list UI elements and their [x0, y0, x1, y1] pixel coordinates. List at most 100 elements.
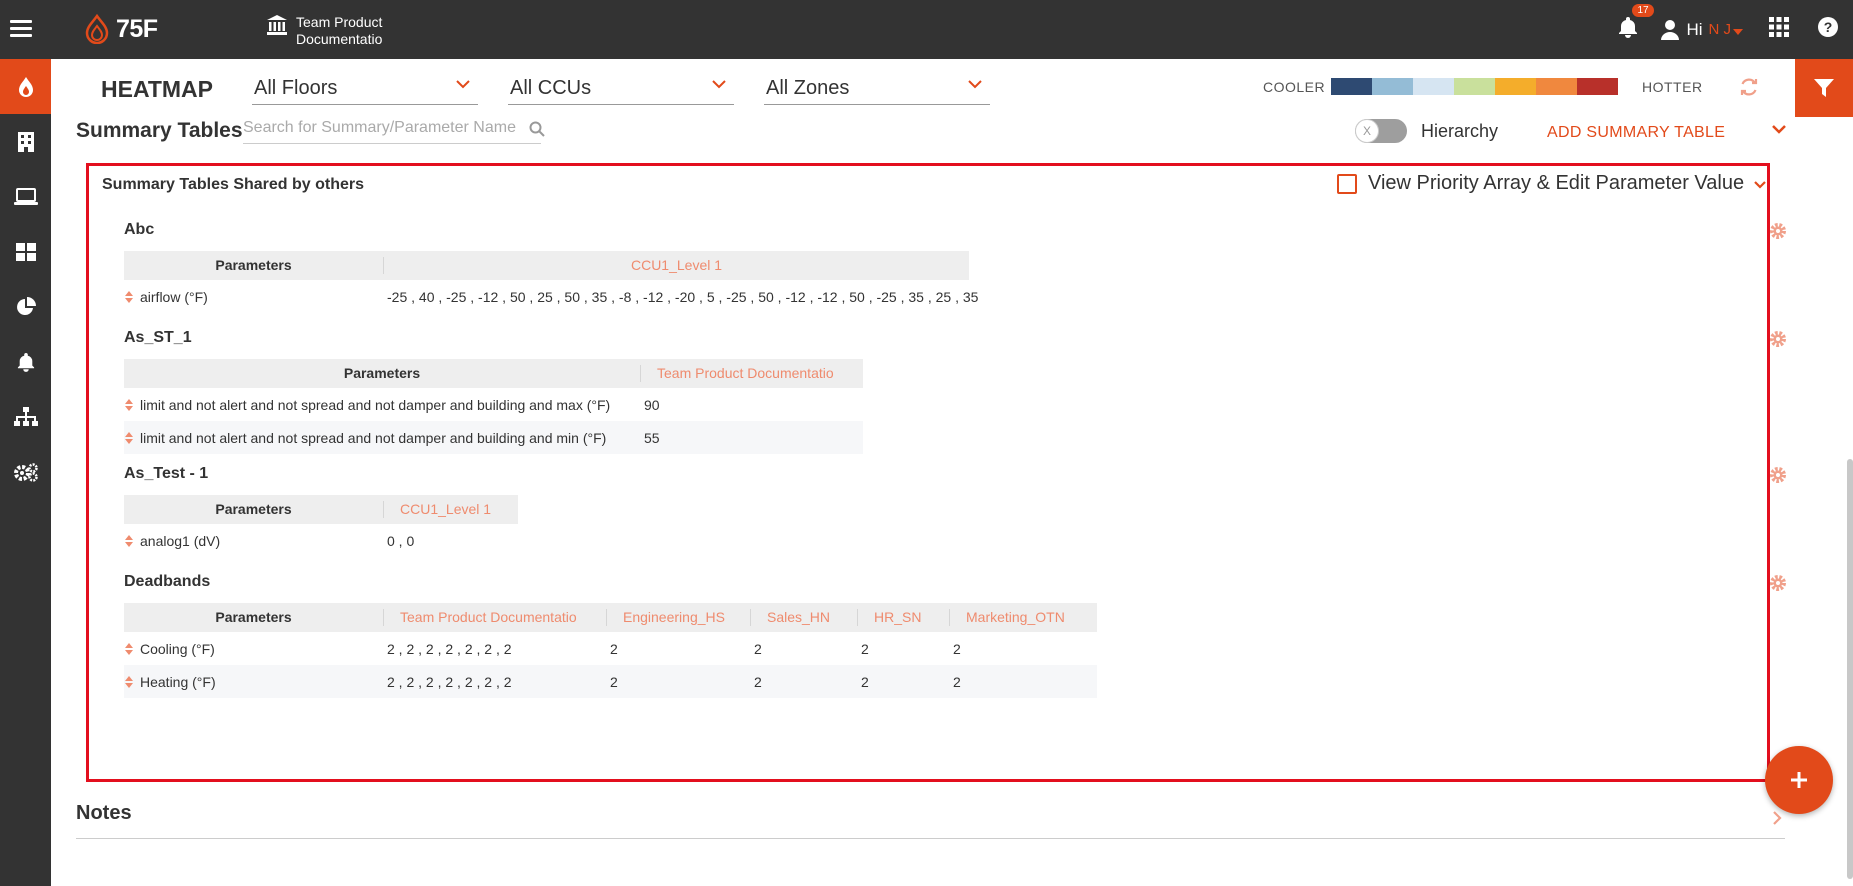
filter-button[interactable] [1795, 59, 1853, 117]
collapse-shared-button[interactable] [1754, 176, 1766, 194]
column-header[interactable]: CCU1_Level 1 [384, 501, 518, 518]
refresh-button[interactable] [1739, 77, 1759, 102]
summary-tables-title: Summary Tables [76, 119, 243, 142]
greeting-text: Hi [1686, 19, 1703, 39]
shared-tables-title: Summary Tables Shared by others [102, 176, 365, 193]
help-button[interactable]: ? [1817, 16, 1839, 43]
column-header[interactable]: Sales_HN [751, 609, 858, 626]
sort-icon[interactable] [125, 642, 133, 655]
column-header[interactable]: Marketing_OTN [950, 609, 1097, 626]
cell-value: 2 [610, 640, 618, 657]
top-bar: 75F Team Product Documentatio 17 Hi N J [0, 0, 1853, 59]
main-content: HEATMAP All Floors All CCUs All Zones CO… [51, 59, 1853, 886]
cell-value: 2 [610, 673, 618, 690]
column-header[interactable]: Team Product Documentatio [384, 609, 607, 626]
parameters-header: Parameters [124, 257, 384, 274]
summary-table-deadbands: Parameters Team Product Documentatio Eng… [124, 603, 1097, 698]
sidebar-item-settings[interactable] [0, 444, 51, 499]
column-header[interactable]: HR_SN [858, 609, 950, 626]
collapse-summary-button[interactable] [1772, 121, 1786, 139]
user-menu[interactable]: Hi N J [1660, 19, 1743, 41]
gear-icon [1770, 467, 1786, 483]
parameter-label: limit and not alert and not spread and n… [140, 396, 611, 413]
brand-logo[interactable]: 75F [84, 14, 158, 44]
org-name: Team Product Documentatio [296, 14, 383, 47]
expand-notes-button[interactable] [1773, 811, 1782, 830]
sitemap-icon [13, 406, 38, 426]
ccus-dropdown[interactable]: All CCUs [508, 75, 734, 105]
laptop-icon [13, 187, 38, 205]
apps-grid-icon [1769, 17, 1789, 37]
cell-value: 2 [953, 640, 961, 657]
table-title: As_ST_1 [124, 329, 192, 346]
table-row: analog1 (dV) 0 , 0 [124, 524, 518, 557]
heat-scale-swatch [1413, 78, 1454, 95]
table-row: Heating (°F) 2 , 2 , 2 , 2 , 2 , 2 , 2 2… [124, 665, 1097, 698]
table-settings-button[interactable] [1769, 574, 1787, 597]
table-header: Parameters Team Product Documentatio [124, 359, 863, 388]
notes-title: Notes [76, 802, 132, 824]
chevron-right-icon [1773, 811, 1782, 825]
sidebar-item-alerts[interactable] [0, 334, 51, 389]
scrollbar[interactable] [1847, 459, 1853, 879]
table-title: As_Test - 1 [124, 465, 209, 482]
sort-icon[interactable] [125, 398, 133, 411]
sort-icon[interactable] [125, 534, 133, 547]
notes-divider [76, 838, 1785, 839]
user-initials: N J [1708, 21, 1732, 38]
toggle-knob: X [1355, 119, 1379, 143]
table-settings-button[interactable] [1769, 466, 1787, 489]
cooler-label: COOLER [1263, 79, 1326, 95]
table-settings-button[interactable] [1769, 330, 1787, 353]
parameter-name: Cooling (°F) [124, 641, 384, 657]
parameter-label: airflow (°F) [140, 288, 208, 305]
caret-down-icon [1733, 28, 1743, 35]
floors-dropdown[interactable]: All Floors [252, 75, 478, 105]
gear-icon [1770, 575, 1786, 591]
summary-search-input[interactable]: Search for Summary/Parameter Name [243, 115, 545, 144]
plus-icon [1791, 772, 1807, 788]
table-header: Parameters CCU1_Level 1 [124, 251, 969, 280]
column-header[interactable]: Team Product Documentatio [641, 365, 863, 382]
sidebar-item-hierarchy[interactable] [0, 389, 51, 444]
zones-dropdown[interactable]: All Zones [764, 75, 990, 105]
view-priority-checkbox[interactable] [1337, 173, 1357, 194]
add-floating-button[interactable] [1765, 746, 1833, 814]
view-priority-option[interactable]: View Priority Array & Edit Parameter Val… [1337, 172, 1744, 195]
help-icon: ? [1818, 17, 1838, 37]
cell-value: 2 [754, 640, 762, 657]
gears-icon [13, 462, 38, 482]
gear-icon [1770, 331, 1786, 347]
column-header[interactable]: CCU1_Level 1 [384, 257, 969, 274]
add-summary-table-button[interactable]: ADD SUMMARY TABLE [1547, 124, 1725, 142]
notifications-button[interactable]: 17 [1618, 4, 1654, 43]
table-settings-button[interactable] [1769, 222, 1787, 245]
menu-icon[interactable] [10, 20, 32, 41]
sidebar-item-devices[interactable] [0, 169, 51, 224]
table-row: limit and not alert and not spread and n… [124, 421, 863, 454]
cell-value: 2 [861, 640, 869, 657]
parameter-label: Cooling (°F) [140, 640, 215, 657]
parameter-name: airflow (°F) [124, 289, 384, 305]
sort-icon[interactable] [125, 675, 133, 688]
column-header[interactable]: Engineering_HS [607, 609, 751, 626]
parameters-header: Parameters [124, 609, 384, 626]
org-selector[interactable]: Team Product Documentatio [266, 14, 406, 48]
search-icon[interactable] [529, 121, 545, 137]
sidebar-item-heatmap[interactable] [0, 59, 51, 114]
table-row: limit and not alert and not spread and n… [124, 388, 863, 421]
pie-chart-icon [16, 296, 36, 315]
table-header: Parameters CCU1_Level 1 [124, 495, 518, 524]
parameters-header: Parameters [124, 501, 384, 518]
apps-grid-button[interactable] [1769, 17, 1789, 42]
dashboard-icon [15, 242, 36, 261]
heat-scale-swatch [1454, 78, 1495, 95]
sidebar-item-dashboard[interactable] [0, 224, 51, 279]
sidebar-item-buildings[interactable] [0, 114, 51, 169]
brand-name: 75F [116, 14, 158, 43]
heat-scale-swatch [1372, 78, 1413, 95]
sort-icon[interactable] [125, 431, 133, 444]
hierarchy-toggle[interactable]: X [1355, 119, 1407, 143]
sidebar-item-analytics[interactable] [0, 279, 51, 334]
sort-icon[interactable] [125, 290, 133, 303]
